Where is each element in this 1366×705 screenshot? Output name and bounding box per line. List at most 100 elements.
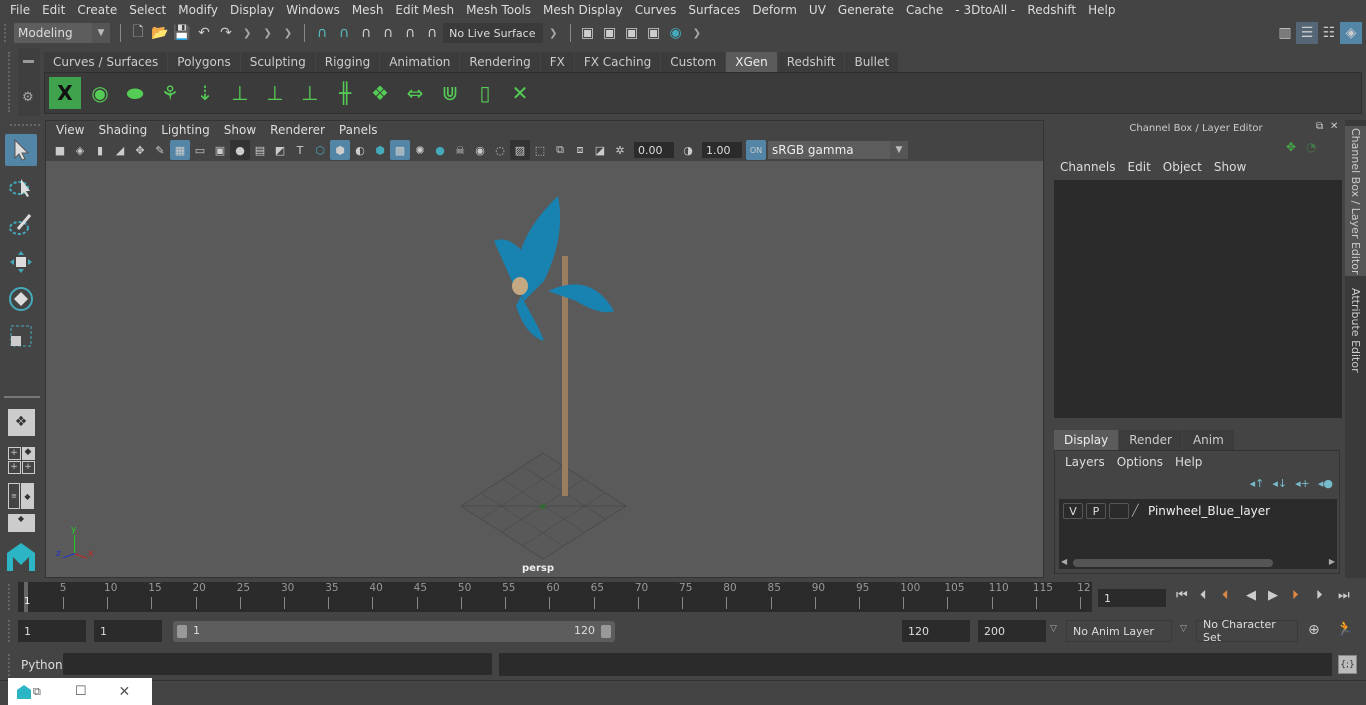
layer-tab-render[interactable]: Render xyxy=(1119,430,1182,450)
layer-name[interactable]: Pinwheel_Blue_layer xyxy=(1148,504,1270,518)
snap-surface-icon[interactable]: ∩ xyxy=(399,22,421,44)
end-time-field[interactable]: 120 xyxy=(902,620,970,642)
film-gate-icon[interactable]: ▭ xyxy=(190,140,210,160)
range-end-handle[interactable] xyxy=(601,625,611,638)
wireframe-on-shaded-icon[interactable]: ⬢ xyxy=(370,140,390,160)
clear-preview-icon[interactable]: ⬬ xyxy=(119,77,151,109)
float-panel-icon[interactable]: ⧉ xyxy=(1316,121,1323,132)
field-chart-icon[interactable]: ▤ xyxy=(250,140,270,160)
preview-icon[interactable]: ◉ xyxy=(84,77,116,109)
layer-menu-help[interactable]: Help xyxy=(1169,455,1208,469)
gate-mask-icon[interactable]: ● xyxy=(230,140,250,160)
modeling-toolkit-icon[interactable]: ▥ xyxy=(1274,22,1296,44)
anim-start-field[interactable]: 1 xyxy=(94,620,162,642)
2d-pan-zoom-icon[interactable]: ✥ xyxy=(130,140,150,160)
lock-guides-icon[interactable]: ⊥ xyxy=(294,77,326,109)
menu-deform[interactable]: Deform xyxy=(746,3,803,17)
menu-file[interactable]: File xyxy=(4,3,36,17)
channel-menu-show[interactable]: Show xyxy=(1208,160,1252,174)
channel-menu-object[interactable]: Object xyxy=(1157,160,1208,174)
snap-grid-icon[interactable]: ∩ xyxy=(311,22,333,44)
xray-joints-icon[interactable]: ◪ xyxy=(590,140,610,160)
layer-tab-anim[interactable]: Anim xyxy=(1182,430,1234,450)
layer-menu-options[interactable]: Options xyxy=(1111,455,1169,469)
scale-tool[interactable] xyxy=(5,320,37,352)
script-language-label[interactable]: Python xyxy=(21,658,63,672)
layer-tab-display[interactable]: Display xyxy=(1054,430,1119,450)
outliner-layout-icon[interactable]: ≡ ◆ xyxy=(5,480,37,512)
select-tool[interactable] xyxy=(5,134,37,166)
wireframe-icon[interactable]: ⬡ xyxy=(310,140,330,160)
render-current-icon[interactable]: ▣ xyxy=(599,22,621,44)
collapse-icon[interactable]: ❯ xyxy=(693,28,701,39)
layer-row[interactable]: V P ╱ Pinwheel_Blue_layer xyxy=(1063,503,1270,519)
show-guides-icon[interactable]: ⊥ xyxy=(259,77,291,109)
menu-generate[interactable]: Generate xyxy=(832,3,900,17)
undo-icon[interactable]: ↶ xyxy=(193,22,215,44)
current-frame-field[interactable]: 1 xyxy=(1098,589,1166,607)
render-view-icon[interactable]: ▣ xyxy=(577,22,599,44)
ipr-render-icon[interactable]: ▣ xyxy=(621,22,643,44)
layer-visibility-toggle[interactable]: V xyxy=(1063,503,1083,519)
viewport-menu-panels[interactable]: Panels xyxy=(332,123,385,137)
exposure-field[interactable]: 0.00 xyxy=(634,142,674,158)
default-lighting-icon[interactable]: ◐ xyxy=(350,140,370,160)
menu-create[interactable]: Create xyxy=(71,3,123,17)
grease-pencil-icon[interactable]: ✎ xyxy=(150,140,170,160)
camera-attributes-icon[interactable]: ◈ xyxy=(70,140,90,160)
play-forwards-button[interactable]: ▶ xyxy=(1268,588,1278,603)
snap-point-icon[interactable]: ∩ xyxy=(355,22,377,44)
graph-layout-icon[interactable]: ◆ xyxy=(5,514,37,532)
bookmark-icon[interactable]: ▮ xyxy=(90,140,110,160)
restore-icon[interactable]: ⧉ xyxy=(33,685,41,699)
textured-icon[interactable]: ▩ xyxy=(390,140,410,160)
menu-edit-mesh[interactable]: Edit Mesh xyxy=(389,3,460,17)
snap-curve-icon[interactable]: ∩ xyxy=(333,22,355,44)
collapse-icon[interactable]: ❯ xyxy=(284,28,292,39)
new-scene-icon[interactable]: 🗋 xyxy=(127,22,149,44)
layer-menu-layers[interactable]: Layers xyxy=(1059,455,1111,469)
four-view-layout-icon[interactable]: + ◆ + + xyxy=(5,444,37,476)
animation-preferences-icon[interactable]: 🏃 xyxy=(1336,621,1353,637)
menu-set-dropdown[interactable]: Modeling ▼ xyxy=(14,23,110,43)
go-to-end-button[interactable]: ⏭ xyxy=(1338,588,1350,603)
lasso-tool[interactable] xyxy=(5,172,37,204)
motion-blur-icon[interactable]: ◉ xyxy=(470,140,490,160)
anim-layer-dropdown[interactable]: No Anim Layer xyxy=(1066,620,1172,642)
maximize-icon[interactable]: ☐ xyxy=(75,684,87,699)
collapse-icon[interactable]: ❯ xyxy=(549,28,557,39)
move-tool[interactable] xyxy=(5,246,37,278)
horizontal-scrollbar[interactable]: ◀ ▶ xyxy=(1059,557,1337,569)
anti-aliasing-icon[interactable]: ◌ xyxy=(490,140,510,160)
menu-3dtoall[interactable]: - 3DtoAll - xyxy=(949,3,1021,17)
attribute-editor-icon[interactable]: ☰ xyxy=(1296,22,1318,44)
shelf-tab-redshift[interactable]: Redshift xyxy=(777,52,845,72)
gamma-field[interactable]: 1.00 xyxy=(702,142,742,158)
gamma-icon[interactable]: ◑ xyxy=(678,140,698,160)
manipulator-icon[interactable]: ✥ xyxy=(1286,140,1296,154)
character-set-dropdown[interactable]: No Character Set xyxy=(1196,618,1298,644)
menu-mesh[interactable]: Mesh xyxy=(346,3,390,17)
menu-curves[interactable]: Curves xyxy=(629,3,683,17)
shelf-tab-sculpting[interactable]: Sculpting xyxy=(240,52,315,72)
drag-handle[interactable] xyxy=(8,620,14,642)
menu-cache[interactable]: Cache xyxy=(900,3,949,17)
menu-display[interactable]: Display xyxy=(224,3,280,17)
snap-view-icon[interactable]: ∩ xyxy=(377,22,399,44)
channel-box-icon[interactable]: ◈ xyxy=(1340,22,1362,44)
menu-surfaces[interactable]: Surfaces xyxy=(682,3,746,17)
menu-redshift[interactable]: Redshift xyxy=(1021,3,1082,17)
script-editor-button[interactable]: {;} xyxy=(1338,655,1357,674)
menu-modify[interactable]: Modify xyxy=(172,3,224,17)
channel-box-area[interactable] xyxy=(1054,180,1342,418)
play-backwards-button[interactable]: ◀ xyxy=(1246,588,1256,603)
new-empty-layer-icon[interactable]: ◂+ xyxy=(1295,477,1310,490)
shelf-tab-rendering[interactable]: Rendering xyxy=(460,52,540,72)
layer-display-type-toggle[interactable] xyxy=(1109,503,1129,519)
step-forward-frame-button[interactable]: ⏵ xyxy=(1316,588,1323,603)
menu-mesh-display[interactable]: Mesh Display xyxy=(537,3,629,17)
tab-attribute-editor[interactable]: Attribute Editor xyxy=(1345,280,1366,380)
command-input[interactable] xyxy=(63,653,492,675)
color-management-toggle[interactable]: ON xyxy=(746,140,766,160)
tab-channel-box[interactable]: Channel Box / Layer Editor xyxy=(1345,126,1366,276)
